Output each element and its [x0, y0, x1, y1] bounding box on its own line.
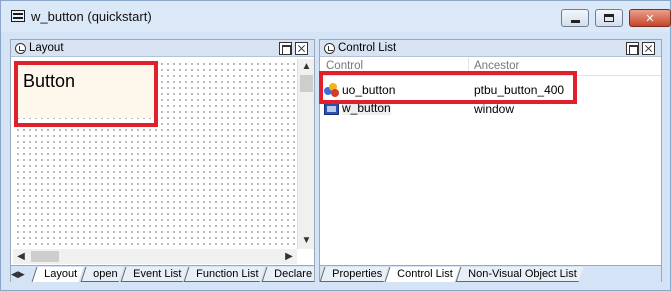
control-ancestor: ptbu_button_400	[474, 83, 565, 97]
control-list-pane-header: Control List	[320, 40, 661, 57]
window-title: w_button (quickstart)	[31, 9, 152, 24]
user-object-icon	[324, 82, 339, 97]
control-list-pane-title: Control List	[338, 42, 397, 54]
tab-declare-instance[interactable]: Declare Instar	[261, 267, 314, 282]
scroll-up-arrow-icon[interactable]: ▲	[298, 59, 315, 75]
tab-function-list[interactable]: Function List	[183, 267, 266, 282]
tab-properties[interactable]: Properties	[320, 267, 389, 282]
control-name: uo_button	[342, 82, 396, 97]
control-name: w_button	[342, 101, 391, 115]
minimize-button[interactable]	[561, 9, 589, 27]
tab-open[interactable]: open	[80, 267, 124, 282]
scroll-right-arrow-icon[interactable]: ▶	[281, 249, 297, 264]
layout-horizontal-scrollbar[interactable]: ◀ ▶	[13, 249, 297, 264]
window-app-icon	[11, 10, 25, 22]
app-window: w_button (quickstart) ✕ Layout Button ▲ …	[0, 0, 671, 291]
pin-icon[interactable]	[15, 43, 26, 54]
control-list-header: Control Ancestor	[320, 58, 661, 76]
layout-pane: Layout Button ▲ ▼ ◀ ▶ ◀▶ Layout open Eve…	[10, 39, 315, 282]
column-divider[interactable]	[468, 58, 469, 76]
window-icon	[324, 101, 339, 115]
tab-scroll-arrows-icon[interactable]: ◀▶	[11, 267, 33, 282]
layout-tab-strip: ◀▶ Layout open Event List Function List …	[11, 265, 314, 282]
pin-icon[interactable]	[324, 43, 335, 54]
tab-event-list[interactable]: Event List	[120, 267, 188, 282]
maximize-icon	[604, 14, 614, 22]
list-item[interactable]: uo_button ptbu_button_400	[320, 80, 661, 99]
control-ancestor: window	[474, 102, 515, 116]
tab-control-list[interactable]: Control List	[385, 267, 460, 282]
scroll-down-arrow-icon[interactable]: ▼	[298, 233, 315, 249]
layout-vertical-scrollbar[interactable]: ▲ ▼	[297, 59, 314, 249]
layout-canvas[interactable]: Button	[13, 59, 295, 249]
button-control[interactable]: Button	[18, 64, 154, 118]
layout-pane-header: Layout	[11, 40, 314, 57]
list-item[interactable]: w_button window	[320, 99, 661, 118]
maximize-button[interactable]	[595, 9, 623, 27]
minimize-icon	[570, 20, 580, 23]
layout-pane-title: Layout	[29, 42, 64, 54]
close-button[interactable]: ✕	[629, 9, 671, 27]
tab-layout[interactable]: Layout	[31, 267, 84, 282]
tab-non-visual-object-list[interactable]: Non-Visual Object List	[456, 267, 584, 282]
control-list-pane: Control List Control Ancestor uo_button …	[319, 39, 662, 282]
scroll-thumb[interactable]	[300, 75, 313, 92]
column-ancestor[interactable]: Ancestor	[474, 60, 519, 72]
title-bar: w_button (quickstart) ✕	[1, 1, 671, 32]
control-list-tab-strip: Properties Control List Non-Visual Objec…	[320, 265, 661, 282]
layout-pane-maximize-button[interactable]	[279, 42, 292, 55]
control-list-pane-close-button[interactable]	[642, 42, 655, 55]
hscroll-thumb[interactable]	[31, 251, 59, 262]
layout-pane-close-button[interactable]	[295, 42, 308, 55]
scroll-left-arrow-icon[interactable]: ◀	[13, 249, 29, 264]
control-list-pane-maximize-button[interactable]	[626, 42, 639, 55]
column-control[interactable]: Control	[326, 60, 363, 72]
